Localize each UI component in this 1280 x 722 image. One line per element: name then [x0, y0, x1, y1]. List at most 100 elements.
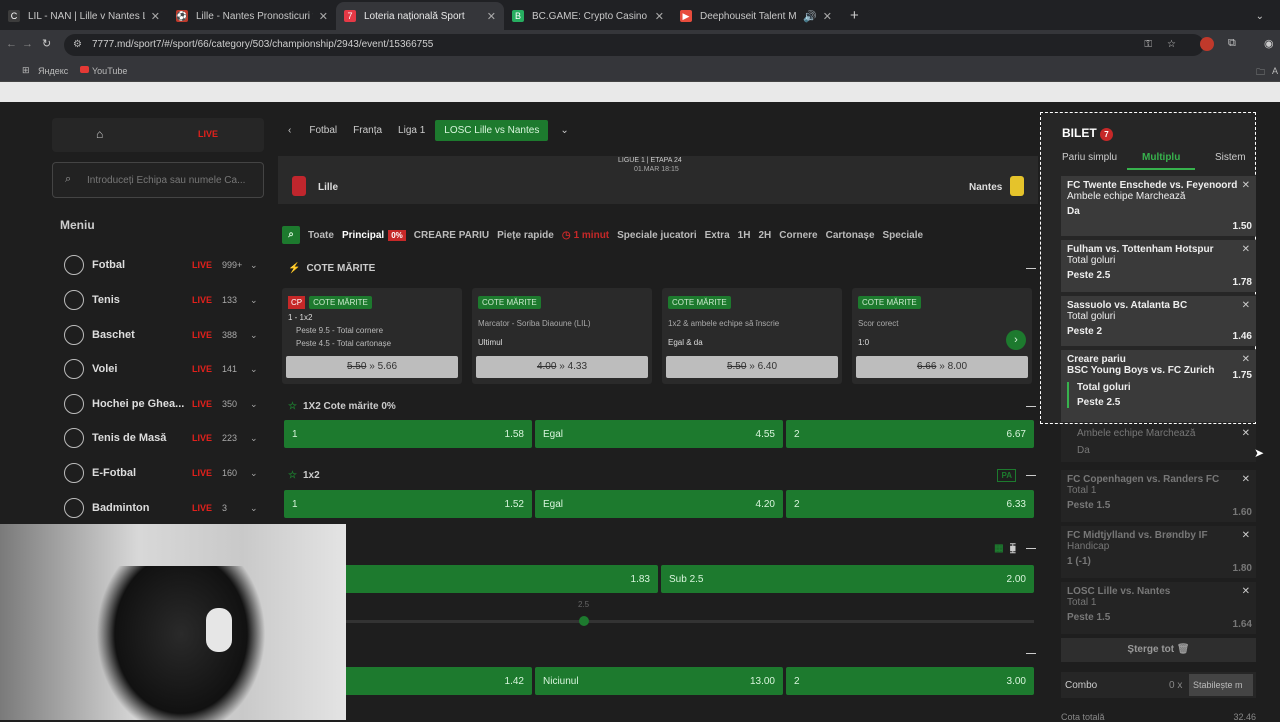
browser-tab-1[interactable]: C LIL - NAN | Lille v Nantes LIVE ✕	[0, 2, 168, 30]
odd-button[interactable]: 2 3.00	[786, 667, 1034, 695]
odd-button[interactable]: 1 1.52	[284, 490, 532, 518]
filter-tab-active[interactable]: Principal	[342, 230, 384, 241]
extensions-puzzle-icon[interactable]: ⧉	[1228, 37, 1236, 50]
url-input[interactable]: ⚙ 7777.md/sport7/#/sport/66/category/503/…	[64, 34, 1204, 56]
market-header[interactable]: l—	[284, 638, 1036, 668]
boost-odds-button[interactable]: 6.66 » 8.00	[856, 356, 1028, 378]
slip-selection[interactable]: ✕ LOSC Lille vs. Nantes Total 1 Peste 1.5 1.…	[1061, 582, 1256, 634]
collapse-icon[interactable]: —	[1026, 648, 1036, 659]
back-icon[interactable]: ←	[6, 38, 17, 50]
slip-tab[interactable]: Sistem	[1215, 152, 1246, 163]
remove-icon[interactable]: ✕	[1242, 474, 1250, 485]
boost-card[interactable]: CP COTE MĂRITE 1 - 1x2 Peste 9.5 - Total …	[282, 288, 462, 384]
boost-card[interactable]: COTE MĂRITE Marcator - Soriba Diaoune (L…	[472, 288, 652, 384]
star-icon[interactable]: ☆	[288, 470, 297, 481]
apps-grid-icon[interactable]: ⊞	[22, 65, 30, 76]
sidebar-item[interactable]: Tenis LIVE 133 ⌄	[52, 285, 264, 315]
filter-tab[interactable]: Cartonașe	[826, 230, 875, 241]
remove-icon[interactable]: ✕	[1242, 300, 1250, 311]
slip-selection[interactable]: ✕ FC Copenhagen vs. Randers FC Total 1 Pest…	[1061, 470, 1256, 522]
filter-tab[interactable]: CREARE PARIU	[414, 230, 489, 241]
extension-icon[interactable]	[1200, 37, 1214, 51]
remove-icon[interactable]: ✕	[1242, 586, 1250, 597]
odd-button[interactable]: Niciunul 13.00	[535, 667, 783, 695]
filter-tab[interactable]: Piețe rapide	[497, 230, 554, 241]
filter-tab[interactable]: 2H	[758, 230, 771, 241]
sidebar-item[interactable]: Tenis de Masă LIVE 223 ⌄	[52, 423, 264, 453]
profile-icon[interactable]: ◉	[1264, 37, 1274, 50]
reload-icon[interactable]: ↻	[42, 37, 51, 50]
slip-selection[interactable]: ✕ FC Twente Enschede vs. Feyenoord Ambele …	[1061, 176, 1256, 236]
remove-icon[interactable]: ✕	[1242, 244, 1250, 255]
collapse-icon[interactable]: —	[1026, 470, 1036, 481]
slip-tab[interactable]: Pariu simplu	[1062, 152, 1117, 163]
slip-selection[interactable]: ✕ Sassuolo vs. Atalanta BC Total goluri Pes…	[1061, 296, 1256, 346]
odd-button[interactable]: Egal 4.20	[535, 490, 783, 518]
forward-icon[interactable]: →	[22, 38, 33, 50]
back-chevron-icon[interactable]: ‹	[288, 125, 291, 136]
browser-tab-2[interactable]: ⚽ Lille - Nantes Pronosticuri fotb ✕	[168, 2, 336, 30]
sidebar-item[interactable]: Baschet LIVE 388 ⌄	[52, 320, 264, 350]
remove-icon[interactable]: ✕	[1242, 428, 1250, 439]
next-arrow-icon[interactable]: ›	[1006, 330, 1026, 350]
filter-search-icon[interactable]: ⌕	[282, 226, 300, 244]
bookmark-youtube[interactable]: YouTube	[92, 66, 127, 76]
filter-tab[interactable]: 1H	[738, 230, 751, 241]
chevron-down-icon[interactable]: ⌄	[250, 330, 264, 341]
filter-tab[interactable]: Extra	[705, 230, 730, 241]
filter-tab[interactable]: Cornere	[779, 230, 817, 241]
bookmark-star-icon[interactable]: ☆	[1167, 34, 1176, 56]
cote-marite-header[interactable]: ⚡ COTE MĂRITE —	[284, 253, 1036, 283]
site-settings-icon[interactable]: ⚙	[73, 34, 82, 56]
star-icon[interactable]: ☆	[288, 401, 297, 412]
odd-button[interactable]: 2 6.67	[786, 420, 1034, 448]
remove-icon[interactable]: ✕	[1242, 354, 1250, 365]
filter-tab[interactable]: 1 minut	[574, 230, 610, 241]
market-header[interactable]: ☆ 1x2 PA —	[284, 460, 1036, 490]
close-icon[interactable]: ✕	[319, 10, 328, 23]
all-bookmarks-label[interactable]: A	[1272, 66, 1278, 76]
slider-handle[interactable]	[579, 616, 589, 626]
chevron-down-icon[interactable]: ⌄	[250, 260, 264, 271]
breadcrumb-active-match[interactable]: LOSC Lille vs Nantes	[435, 119, 549, 141]
filter-tab[interactable]: Toate	[308, 230, 334, 241]
chevron-down-icon[interactable]: ⌄	[250, 399, 264, 410]
close-icon[interactable]: ✕	[487, 10, 496, 23]
odd-button[interactable]: 1 1.58	[284, 420, 532, 448]
slip-creare-pariu[interactable]: ✕ Creare pariu BSC Young Boys vs. FC Zuric…	[1061, 350, 1256, 422]
search-box[interactable]: ⌕ Introduceți Echipa sau numele Ca...	[52, 162, 264, 198]
sidebar-item[interactable]: Fotbal LIVE 999+ ⌄	[52, 250, 264, 280]
close-icon[interactable]: ✕	[151, 10, 160, 23]
collapse-icon[interactable]: —	[1026, 263, 1036, 274]
market-header[interactable]: ri▦⧯—	[284, 533, 1036, 563]
market-header[interactable]: ☆ 1X2 Cote mărite 0% —	[284, 391, 1036, 421]
slip-creare-sub[interactable]: ✕ Ambele echipe Marchează Da	[1061, 424, 1256, 462]
slip-tab-active[interactable]: Multiplu	[1142, 152, 1180, 163]
browser-tab-5[interactable]: ▶ Deephouseit Talent Mix - cl 🔊 ✕	[672, 2, 840, 30]
collapse-icon[interactable]: —	[1026, 401, 1036, 412]
boost-odds-button[interactable]: 4.00 » 4.33	[476, 356, 648, 378]
close-icon[interactable]: ✕	[655, 10, 664, 23]
chevron-down-icon[interactable]: ⌄	[250, 295, 264, 306]
browser-tab-4[interactable]: B BC.GAME: Crypto Casino Game ✕	[504, 2, 672, 30]
boost-odds-button[interactable]: 5.50 » 5.66	[286, 356, 458, 378]
password-key-icon[interactable]: ⚿	[1144, 34, 1152, 56]
search-input[interactable]: Introduceți Echipa sau numele Ca...	[87, 175, 245, 186]
grid-view-icon[interactable]: ▦	[994, 543, 1003, 554]
filter-tab[interactable]: Speciale	[883, 230, 924, 241]
chevron-down-icon[interactable]: ⌄	[250, 433, 264, 444]
clear-all-button[interactable]: Șterge tot 🗑	[1061, 638, 1256, 662]
all-bookmarks-folder-icon[interactable]: 🗀	[1256, 65, 1265, 81]
chevron-down-icon[interactable]: ⌄	[560, 125, 568, 136]
tab-search-icon[interactable]: ⌄	[1256, 11, 1264, 22]
close-icon[interactable]: ✕	[823, 10, 832, 23]
breadcrumb-item[interactable]: Liga 1	[398, 125, 425, 136]
browser-tab-3-active[interactable]: 7 Loteria națională Sport ✕	[336, 2, 504, 30]
boost-card[interactable]: COTE MĂRITE 1x2 & ambele echipe să înscr…	[662, 288, 842, 384]
collapse-icon[interactable]: —	[1026, 543, 1036, 554]
odd-button[interactable]: Egal 4.55	[535, 420, 783, 448]
sidebar-item[interactable]: Badminton LIVE 3 ⌄	[52, 493, 264, 523]
chevron-down-icon[interactable]: ⌄	[250, 503, 264, 514]
slip-selection[interactable]: ✕ FC Midtjylland vs. Brøndby IF Handicap 1 …	[1061, 526, 1256, 578]
sidebar-item[interactable]: Hochei pe Ghea... LIVE 350 ⌄	[52, 389, 264, 419]
